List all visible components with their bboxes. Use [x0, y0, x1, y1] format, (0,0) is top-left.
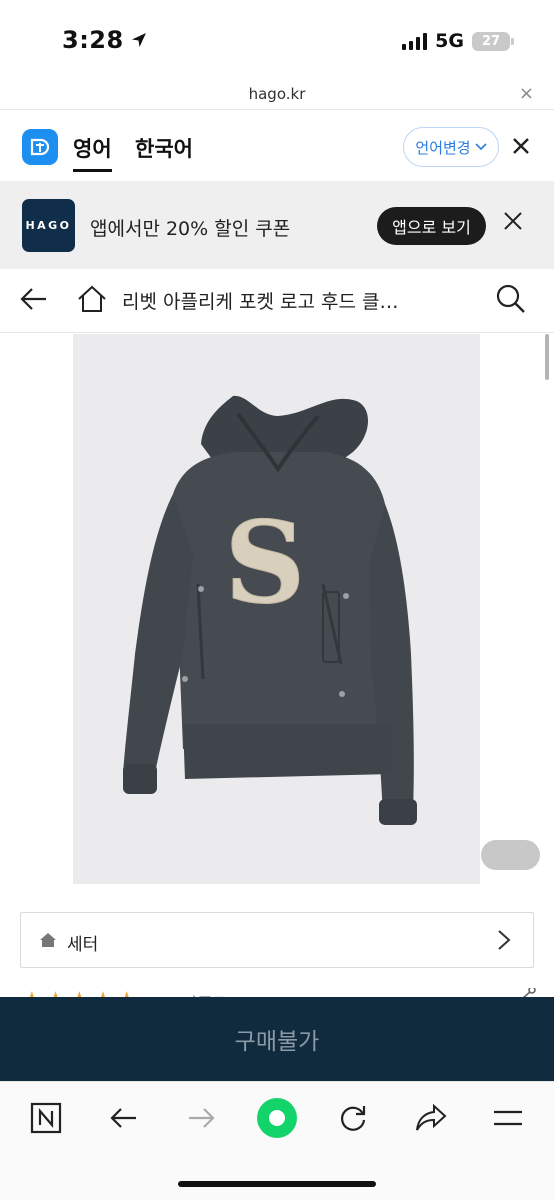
location-arrow-icon: [131, 33, 146, 47]
home-small-icon: [39, 932, 57, 952]
home-icon[interactable]: [76, 283, 108, 319]
hago-logo: HAGO: [22, 199, 75, 252]
change-language-button[interactable]: 언어변경: [403, 127, 499, 167]
battery-icon: 27: [472, 31, 514, 51]
product-image[interactable]: S: [73, 334, 480, 884]
naver-n-icon[interactable]: [30, 1102, 62, 1138]
menu-icon[interactable]: [492, 1102, 524, 1138]
promo-text: 앱에서만 20% 할인 쿠폰: [90, 218, 291, 240]
back-arrow-icon[interactable]: [18, 283, 50, 319]
chevron-right-icon: [497, 929, 511, 955]
signal-icon: [402, 32, 428, 50]
go-circle-icon[interactable]: [256, 1097, 298, 1143]
url-text[interactable]: hago.kr: [0, 85, 554, 103]
change-language-label: 언어변경: [415, 138, 471, 157]
battery-level: 27: [481, 33, 501, 49]
status-bar: 3:28 5G 27: [0, 0, 554, 80]
chevron-down-icon: [475, 143, 487, 151]
search-icon[interactable]: [495, 283, 527, 319]
page-header: 리벳 아플리케 포켓 로고 후드 클…: [0, 269, 554, 333]
page-title: 리벳 아플리케 포켓 로고 후드 클…: [122, 291, 399, 313]
back-icon[interactable]: [108, 1102, 140, 1138]
scrollbar[interactable]: [545, 334, 549, 380]
buy-button[interactable]: 구매불가: [0, 997, 554, 1081]
image-pager-pill[interactable]: [481, 840, 540, 870]
category-label: 세터: [67, 935, 99, 955]
network-label: 5G: [435, 30, 464, 52]
logo-letter: S: [225, 498, 306, 629]
url-bar[interactable]: hago.kr ×: [0, 80, 554, 110]
reload-icon[interactable]: [337, 1102, 369, 1138]
translate-bar: 영어 한국어 언어변경: [0, 111, 554, 181]
translate-close-icon[interactable]: [512, 133, 530, 161]
tab-korean[interactable]: 한국어: [135, 133, 193, 163]
status-time: 3:28: [62, 26, 148, 54]
status-right: 5G 27: [402, 30, 514, 52]
url-close-icon[interactable]: ×: [519, 83, 534, 104]
home-indicator: [178, 1181, 376, 1187]
buy-button-label: 구매불가: [234, 1029, 320, 1055]
share-arrow-icon[interactable]: [414, 1102, 448, 1138]
forward-icon[interactable]: [185, 1102, 217, 1138]
translate-logo-icon: [22, 129, 58, 165]
app-promo-banner: HAGO 앱에서만 20% 할인 쿠폰 앱으로 보기: [0, 181, 554, 269]
open-app-button[interactable]: 앱으로 보기: [377, 207, 486, 245]
tab-english[interactable]: 영어: [73, 133, 112, 172]
category-link[interactable]: 세터: [20, 912, 534, 968]
hoodie-illustration: S: [123, 395, 417, 825]
banner-close-icon[interactable]: [502, 209, 524, 239]
